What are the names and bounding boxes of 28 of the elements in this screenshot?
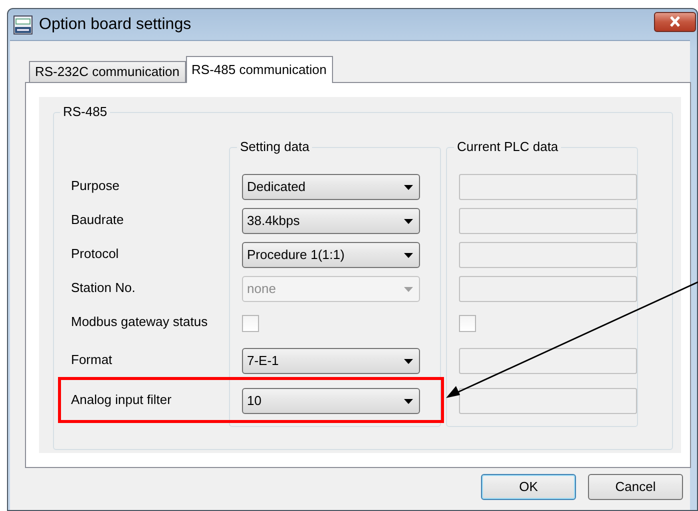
field-label: Baudrate: [71, 211, 124, 230]
caret-icon: [404, 358, 413, 364]
caret-icon: [404, 218, 413, 224]
field-label: Protocol: [71, 245, 119, 264]
dropdown[interactable]: Procedure 1(1:1): [242, 242, 420, 268]
ok-button[interactable]: OK: [481, 474, 576, 500]
column-title: Setting data: [237, 139, 312, 155]
tab[interactable]: RS-232C communication: [29, 61, 186, 82]
app-icon: [13, 14, 33, 34]
field-label: Analog input filter: [71, 391, 172, 410]
close-button[interactable]: [654, 12, 696, 32]
dropdown[interactable]: 10: [242, 388, 420, 414]
close-icon: [669, 16, 681, 28]
caret-icon: [404, 252, 413, 258]
tab[interactable]: RS-485 communication: [186, 56, 333, 83]
caret-icon: [404, 398, 413, 404]
caret-icon: [404, 184, 413, 190]
field-label: Purpose: [71, 177, 120, 196]
dropdown[interactable]: Dedicated: [242, 174, 420, 200]
cancel-button[interactable]: Cancel: [588, 474, 683, 500]
field-label: Station No.: [71, 279, 136, 298]
field-label: Modbus gateway status: [71, 313, 208, 332]
window-title: Option board settings: [39, 14, 192, 34]
dropdown[interactable]: 7-E-1: [242, 348, 420, 374]
dropdown[interactable]: 38.4kbps: [242, 208, 420, 234]
checkbox[interactable]: [242, 314, 259, 332]
caret-icon: [404, 286, 413, 292]
field-label: Format: [71, 351, 112, 370]
